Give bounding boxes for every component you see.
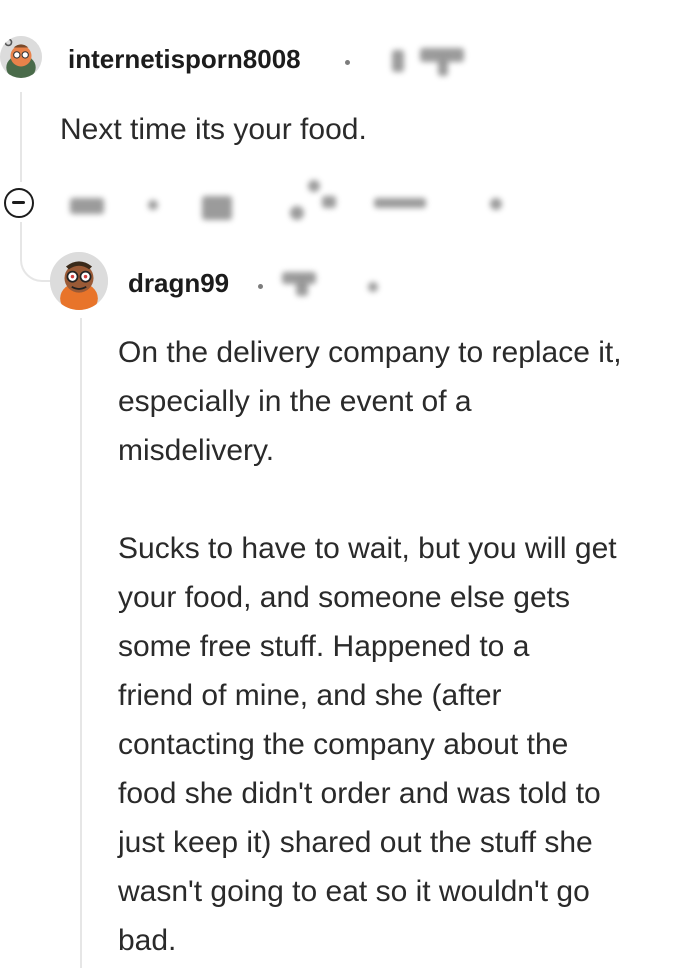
text-line: especially in the event of a bbox=[118, 385, 472, 418]
thread-line[interactable] bbox=[20, 92, 22, 182]
text-line: misdelivery. bbox=[118, 434, 275, 467]
redacted-action bbox=[322, 196, 336, 208]
text-line: friend of mine, and she (after bbox=[118, 679, 502, 712]
redacted-action bbox=[202, 196, 232, 220]
comment-paragraph: Sucks to have to wait, but you will get … bbox=[118, 524, 622, 965]
collapse-minus-icon[interactable] bbox=[4, 188, 34, 218]
thread-branch-line bbox=[20, 222, 52, 282]
redacted-action bbox=[490, 198, 502, 210]
redacted-action bbox=[148, 200, 158, 210]
text-line: On the delivery company to replace it, bbox=[118, 336, 622, 369]
redacted-action bbox=[374, 198, 426, 208]
text-line: bad. bbox=[118, 924, 177, 957]
redacted-action bbox=[70, 198, 104, 214]
comment-paragraph: On the delivery company to replace it, e… bbox=[118, 328, 622, 475]
text-line: just keep it) shared out the stuff she bbox=[118, 826, 593, 859]
text-line: wasn't going to eat so it wouldn't go bbox=[118, 875, 590, 908]
redacted-meta bbox=[368, 282, 378, 292]
meta-separator-dot bbox=[345, 60, 350, 65]
snoo-avatar-icon bbox=[50, 252, 108, 310]
comment-username[interactable]: dragn99 bbox=[128, 268, 229, 299]
redacted-meta bbox=[438, 58, 448, 76]
comment-body: Next time its your food. bbox=[60, 113, 367, 146]
avatar[interactable] bbox=[0, 36, 42, 78]
snoo-avatar-icon bbox=[0, 36, 42, 78]
redacted-meta bbox=[296, 280, 308, 296]
avatar[interactable] bbox=[50, 252, 108, 310]
text-line: some free stuff. Happened to a bbox=[118, 630, 530, 663]
thread-line[interactable] bbox=[80, 318, 82, 968]
redacted-action bbox=[290, 206, 304, 220]
comment-username[interactable]: internetisporn8008 bbox=[68, 44, 301, 75]
redacted-meta bbox=[392, 50, 404, 72]
redacted-action bbox=[308, 180, 320, 192]
text-line: food she didn't order and was told to bbox=[118, 777, 601, 810]
text-line: Sucks to have to wait, but you will get bbox=[118, 532, 617, 565]
text-line: your food, and someone else gets bbox=[118, 581, 570, 614]
text-line: contacting the company about the bbox=[118, 728, 569, 761]
meta-separator-dot bbox=[258, 284, 263, 289]
comment-body: On the delivery company to replace it, e… bbox=[118, 328, 622, 965]
